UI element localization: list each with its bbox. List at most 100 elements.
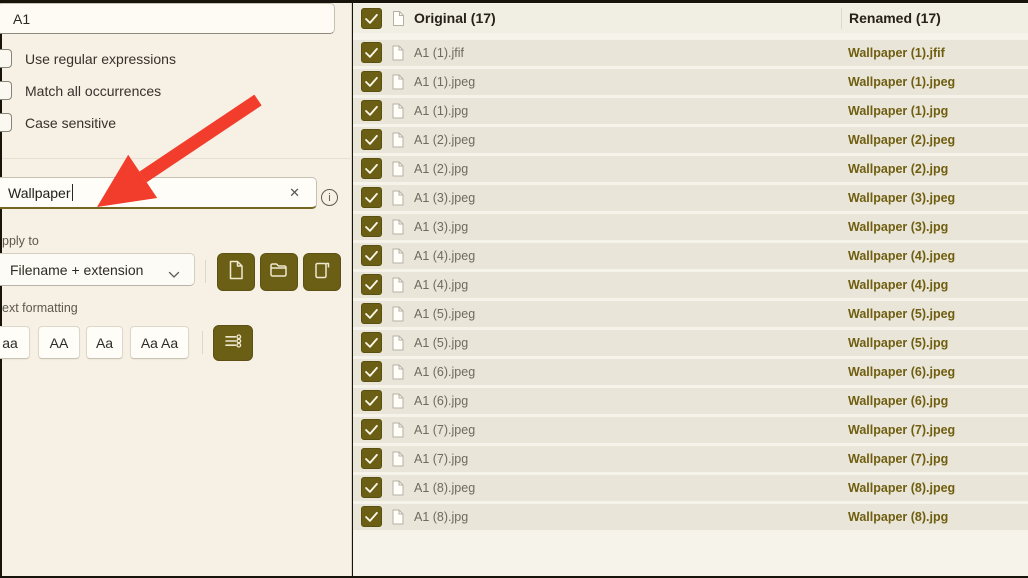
file-icon [392, 103, 404, 124]
original-name: A1 (6).jpg [414, 388, 468, 414]
row-checkbox[interactable] [361, 216, 382, 237]
info-icon[interactable]: i [321, 189, 338, 206]
table-row[interactable]: A1 (3).jpeg Wallpaper (3).jpeg [353, 185, 1028, 211]
folder-icon [268, 259, 290, 286]
table-row[interactable]: A1 (2).jpeg Wallpaper (2).jpeg [353, 127, 1028, 153]
row-checkbox[interactable] [361, 332, 382, 353]
file-icon [392, 161, 404, 182]
table-row[interactable]: A1 (1).jpeg Wallpaper (1).jpeg [353, 69, 1028, 95]
table-row[interactable]: A1 (6).jpeg Wallpaper (6).jpeg [353, 359, 1028, 385]
file-icon [392, 132, 404, 153]
table-row[interactable]: A1 (8).jpg Wallpaper (8).jpg [353, 504, 1028, 530]
renamed-name: Wallpaper (3).jpeg [848, 185, 955, 211]
row-checkbox[interactable] [361, 245, 382, 266]
table-row[interactable]: A1 (1).jpg Wallpaper (1).jpg [353, 98, 1028, 124]
include-files-button[interactable] [217, 253, 255, 291]
column-separator [841, 8, 842, 29]
table-row[interactable]: A1 (4).jpeg Wallpaper (4).jpeg [353, 243, 1028, 269]
title-case-button[interactable]: Aa Aa [130, 326, 189, 359]
apply-to-label: pply to [2, 234, 39, 248]
document-icon [225, 259, 247, 286]
table-row[interactable]: A1 (8).jpeg Wallpaper (8).jpeg [353, 475, 1028, 501]
file-icon [392, 74, 404, 95]
uppercase-button[interactable]: AA [38, 326, 80, 359]
row-checkbox[interactable] [361, 42, 382, 63]
row-checkbox[interactable] [361, 129, 382, 150]
row-checkbox[interactable] [361, 390, 382, 411]
file-icon [392, 10, 405, 32]
search-for-value: A1 [13, 11, 30, 27]
match-all-occurrences-label: Match all occurrences [25, 82, 161, 101]
divider [205, 260, 206, 283]
powerrename-window: A1 Use regular expressions Match all occ… [0, 0, 1028, 578]
table-row[interactable]: A1 (5).jpeg Wallpaper (5).jpeg [353, 301, 1028, 327]
replace-with-input[interactable]: Wallpaper ✕ [0, 177, 317, 209]
file-icon [392, 219, 404, 240]
case-sensitive-checkbox[interactable] [0, 113, 12, 132]
include-subfolders-button[interactable] [303, 253, 341, 291]
renamed-name: Wallpaper (7).jpg [848, 446, 948, 472]
table-row[interactable]: A1 (7).jpg Wallpaper (7).jpg [353, 446, 1028, 472]
clear-icon[interactable]: ✕ [289, 178, 300, 207]
document-copy-icon [311, 259, 333, 286]
file-icon [392, 248, 404, 269]
table-row[interactable]: A1 (1).jfif Wallpaper (1).jfif [353, 40, 1028, 66]
match-all-occurrences-checkbox[interactable] [0, 81, 12, 100]
row-checkbox[interactable] [361, 187, 382, 208]
table-row[interactable]: A1 (2).jpg Wallpaper (2).jpg [353, 156, 1028, 182]
file-icon [392, 509, 404, 530]
table-row[interactable]: A1 (4).jpg Wallpaper (4).jpg [353, 272, 1028, 298]
renamed-name: Wallpaper (8).jpeg [848, 475, 955, 501]
row-checkbox[interactable] [361, 419, 382, 440]
text-caret [72, 184, 74, 201]
renamed-column-header[interactable]: Renamed (17) [849, 4, 941, 33]
renamed-name: Wallpaper (2).jpg [848, 156, 948, 182]
original-name: A1 (8).jpeg [414, 475, 475, 501]
row-checkbox[interactable] [361, 71, 382, 92]
row-checkbox[interactable] [361, 274, 382, 295]
original-name: A1 (1).jfif [414, 40, 464, 66]
table-row[interactable]: A1 (7).jpeg Wallpaper (7).jpeg [353, 417, 1028, 443]
row-checkbox[interactable] [361, 303, 382, 324]
table-row[interactable]: A1 (5).jpg Wallpaper (5).jpg [353, 330, 1028, 356]
file-icon [392, 45, 404, 66]
search-for-input[interactable]: A1 [0, 3, 335, 34]
file-icon [392, 393, 404, 414]
divider [202, 331, 203, 354]
row-checkbox[interactable] [361, 448, 382, 469]
original-name: A1 (1).jpg [414, 98, 468, 124]
use-regex-label: Use regular expressions [25, 50, 176, 69]
use-regex-checkbox[interactable] [0, 49, 12, 68]
enumerate-items-icon [222, 330, 244, 357]
file-icon [392, 277, 404, 298]
file-icon [392, 190, 404, 211]
renamed-name: Wallpaper (4).jpeg [848, 243, 955, 269]
table-row[interactable]: A1 (3).jpg Wallpaper (3).jpg [353, 214, 1028, 240]
row-checkbox[interactable] [361, 361, 382, 382]
enumerate-items-button[interactable] [213, 325, 253, 361]
apply-to-dropdown[interactable]: Filename + extension [0, 253, 195, 286]
lowercase-button[interactable]: aa [0, 326, 30, 359]
case-sensitive-label: Case sensitive [25, 114, 116, 133]
original-name: A1 (4).jpeg [414, 243, 475, 269]
renamed-name: Wallpaper (5).jpg [848, 330, 948, 356]
row-checkbox[interactable] [361, 506, 382, 527]
include-folders-button[interactable] [260, 253, 298, 291]
table-row[interactable]: A1 (6).jpg Wallpaper (6).jpg [353, 388, 1028, 414]
original-name: A1 (3).jpg [414, 214, 468, 240]
text-formatting-label: ext formatting [2, 301, 78, 315]
renamed-name: Wallpaper (6).jpg [848, 388, 948, 414]
row-checkbox[interactable] [361, 158, 382, 179]
file-icon [392, 335, 404, 356]
original-column-header[interactable]: Original (17) [414, 4, 496, 33]
original-name: A1 (7).jpg [414, 446, 468, 472]
original-name: A1 (2).jpg [414, 156, 468, 182]
renamed-name: Wallpaper (1).jfif [848, 40, 945, 66]
original-name: A1 (6).jpeg [414, 359, 475, 385]
row-checkbox[interactable] [361, 477, 382, 498]
original-name: A1 (3).jpeg [414, 185, 475, 211]
row-checkbox[interactable] [361, 100, 382, 121]
sentence-case-button[interactable]: Aa [86, 326, 123, 359]
section-divider [2, 158, 352, 159]
select-all-checkbox[interactable] [361, 8, 382, 29]
